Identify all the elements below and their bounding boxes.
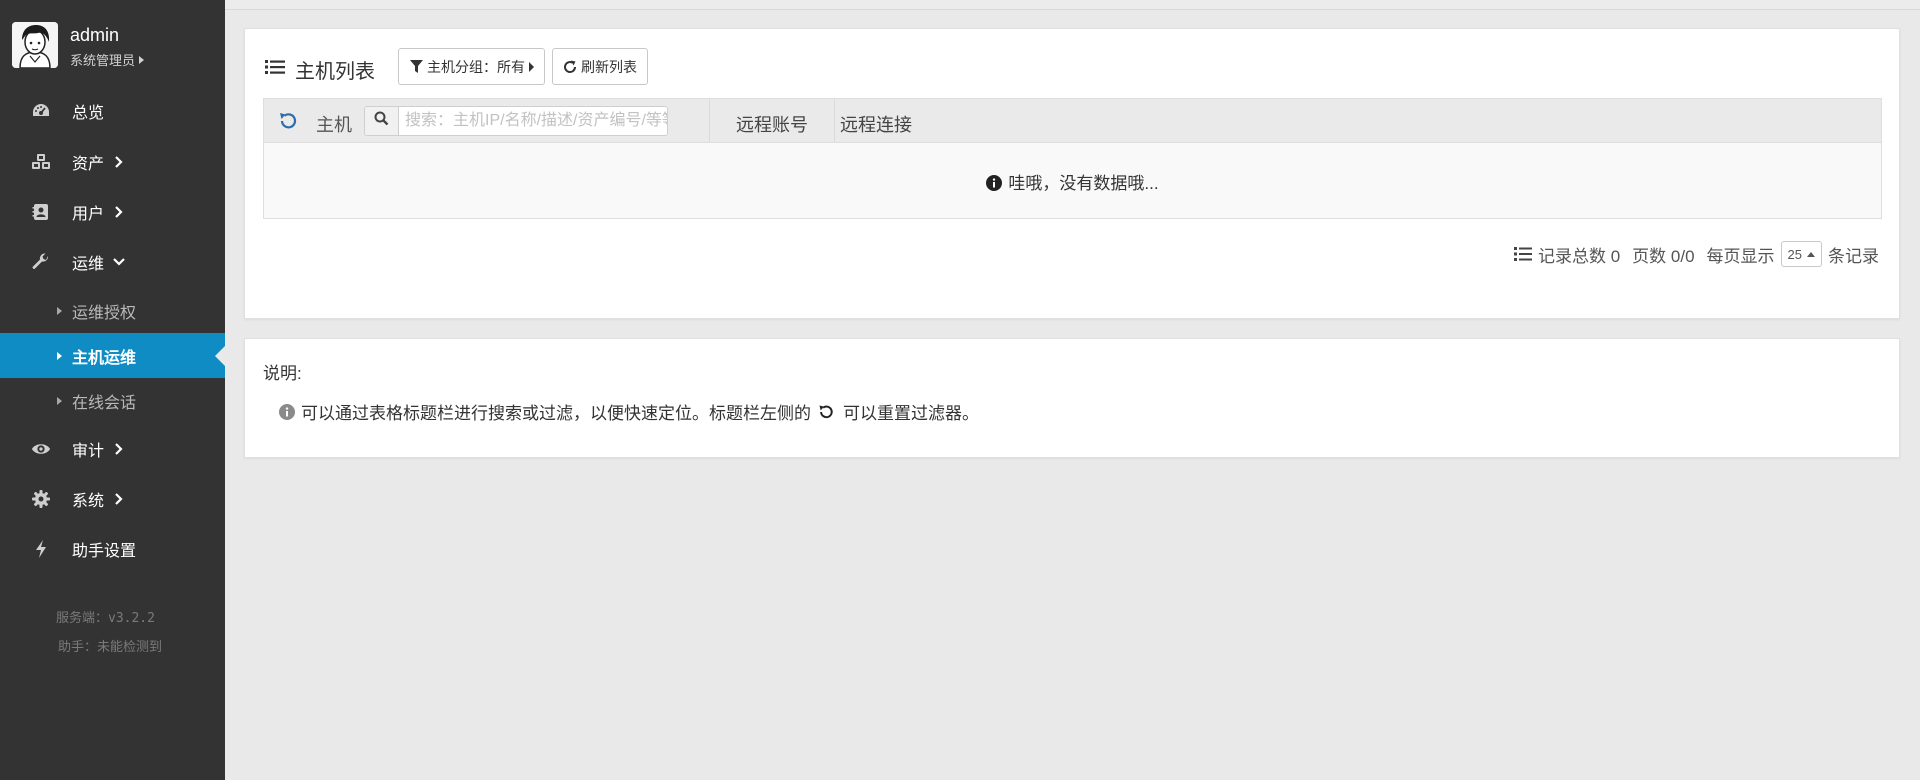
reset-filter-icon[interactable] [277, 110, 299, 132]
caret-right-icon [57, 351, 62, 360]
caret-right-icon [139, 56, 145, 64]
sidebar-subitem-label: 运维授权 [72, 304, 137, 322]
chevron-right-icon [113, 155, 125, 168]
table-body: 哇哦，没有数据哦... [263, 143, 1882, 219]
sidebar-subitem-label: 主机运维 [72, 349, 137, 367]
chevron-right-icon [113, 492, 125, 505]
list-icon [265, 57, 285, 77]
column-divider [709, 99, 710, 142]
sidebar-item-label: 审计 [72, 442, 105, 460]
sidebar-item-label: 助手设置 [72, 542, 137, 560]
empty-message: 哇哦，没有数据哦... [264, 169, 1881, 196]
assistant-status: 助手：未能检测到 [58, 640, 163, 655]
column-header-remote-account: 远程账号 [736, 115, 808, 135]
sidebar-item-overview[interactable]: 总览 [0, 88, 225, 133]
gear-icon [31, 489, 51, 509]
sidebar-item-label: 总览 [72, 104, 105, 122]
host-group-filter-button[interactable]: 主机分组：所有 [398, 48, 545, 85]
column-divider [834, 99, 835, 142]
record-total: 记录总数 0 [1537, 246, 1621, 266]
sidebar-subitem-host-ops[interactable]: 主机运维 [0, 333, 225, 378]
sidebar-item-label: 用户 [72, 205, 105, 223]
user-role-menu[interactable]: 系统管理员 [70, 50, 145, 69]
sidebar-item-label: 资产 [72, 155, 105, 173]
chevron-right-icon [113, 442, 125, 455]
refresh-list-label: 刷新列表 [581, 58, 637, 75]
list-icon [1513, 245, 1532, 263]
sidebar: admin 系统管理员 总览 资产 用户 运维 运维授权 主机运维 在线会话 审… [0, 0, 225, 780]
address-book-icon [31, 202, 51, 222]
host-search-box [364, 106, 668, 136]
bolt-icon [31, 539, 51, 559]
user-name: admin [70, 25, 120, 45]
sidebar-item-ops[interactable]: 运维 [0, 239, 225, 284]
info-circle-icon [279, 403, 297, 421]
search-button[interactable] [365, 107, 399, 135]
per-page-label: 每页显示 [1706, 246, 1775, 266]
notes-text-before: 可以通过表格标题栏进行搜索或过滤，以便快速定位。标题栏左侧的 [301, 404, 811, 423]
notes-text-after: 可以重置过滤器。 [843, 404, 979, 423]
notes-line: 可以通过表格标题栏进行搜索或过滤，以便快速定位。标题栏左侧的 可以重置过滤器。 [279, 399, 979, 424]
server-version: 服务端：v3.2.2 [56, 611, 155, 626]
info-circle-icon [986, 175, 1003, 196]
search-input[interactable] [399, 107, 667, 135]
user-role-label: 系统管理员 [70, 53, 136, 68]
sidebar-item-assistant-settings[interactable]: 助手设置 [0, 526, 225, 571]
sidebar-subitem-ops-auth[interactable]: 运维授权 [0, 288, 225, 333]
page-count: 页数 0/0 [1632, 246, 1695, 266]
per-page-suffix: 条记录 [1828, 246, 1879, 266]
caret-right-icon [529, 61, 534, 72]
sidebar-item-label: 系统 [72, 492, 105, 510]
refresh-icon [563, 60, 577, 74]
page-size-select[interactable]: 25 [1780, 241, 1822, 267]
sidebar-item-audit[interactable]: 审计 [0, 426, 225, 471]
notes-panel: 说明: 可以通过表格标题栏进行搜索或过滤，以便快速定位。标题栏左侧的 可以重置过… [244, 338, 1900, 458]
user-box: admin 系统管理员 [12, 22, 222, 72]
sidebar-subitem-online-sessions[interactable]: 在线会话 [0, 378, 225, 423]
column-header-host: 主机 [316, 115, 352, 135]
caret-right-icon [57, 306, 62, 315]
caret-right-icon [57, 396, 62, 405]
wrench-icon [31, 252, 51, 272]
sidebar-item-assets[interactable]: 资产 [0, 139, 225, 184]
chevron-right-icon [113, 205, 125, 218]
host-list-panel: 主机列表 主机分组：所有 刷新列表 主机 搜索：主机IP/名称/描述/资产编号/… [244, 28, 1900, 319]
top-strip [225, 0, 1920, 10]
cubes-icon [31, 152, 51, 172]
column-header-remote-connect: 远程连接 [840, 115, 912, 135]
sidebar-item-users[interactable]: 用户 [0, 189, 225, 234]
filter-icon [409, 59, 423, 74]
sidebar-item-label: 运维 [72, 255, 105, 273]
host-group-filter-label: 主机分组：所有 [427, 58, 525, 75]
host-table: 主机 远程账号 远程连接 哇哦，没有数据哦... [263, 98, 1882, 219]
sidebar-item-system[interactable]: 系统 [0, 476, 225, 521]
dashboard-icon [31, 101, 51, 121]
page-size-value: 25 [1787, 246, 1802, 262]
page-title: 主机列表 [295, 61, 375, 83]
pager: 记录总数 0 页数 0/0 每页显示 25 条记录 [1513, 240, 1879, 268]
eye-icon [31, 439, 51, 459]
active-indicator [215, 345, 225, 366]
sidebar-subitem-label: 在线会话 [72, 394, 137, 412]
search-icon [374, 111, 389, 131]
caret-up-icon [1807, 251, 1815, 257]
chevron-down-icon [113, 256, 125, 268]
refresh-list-button[interactable]: 刷新列表 [552, 48, 648, 85]
table-header: 主机 远程账号 远程连接 [263, 98, 1882, 143]
empty-message-text: 哇哦，没有数据哦... [1008, 174, 1159, 193]
avatar[interactable] [12, 22, 58, 68]
reset-filter-icon [817, 402, 837, 422]
notes-title: 说明: [263, 364, 302, 383]
